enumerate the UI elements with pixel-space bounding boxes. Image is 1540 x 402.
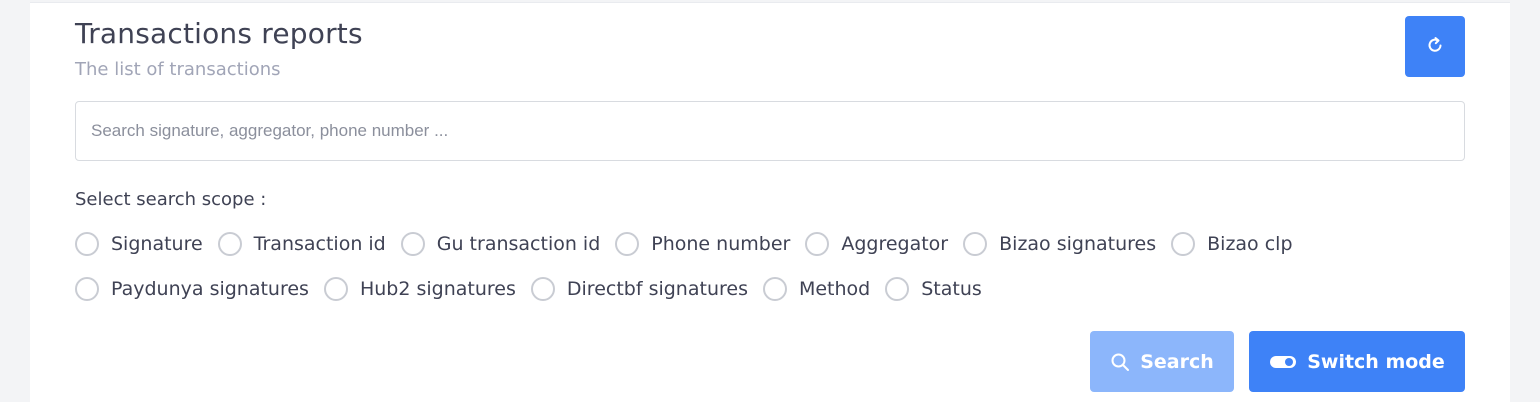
- scope-option-label: Transaction id: [253, 233, 386, 255]
- scope-option-transaction-id[interactable]: Transaction id: [217, 232, 386, 256]
- refresh-button[interactable]: [1405, 16, 1465, 77]
- scope-option-label: Paydunya signatures: [111, 278, 309, 300]
- page-title: Transactions reports: [75, 17, 363, 50]
- refresh-icon: [1425, 35, 1445, 59]
- scope-option-label: Signature: [111, 233, 203, 255]
- radio-button[interactable]: [805, 232, 830, 256]
- scope-option-label: Directbf signatures: [566, 278, 748, 300]
- switch-mode-button[interactable]: Switch mode: [1249, 331, 1465, 392]
- scope-option-aggregator[interactable]: Aggregator: [805, 232, 948, 256]
- radio-button[interactable]: [530, 277, 555, 301]
- page-subtitle: The list of transactions: [75, 59, 281, 80]
- radio-button[interactable]: [75, 277, 99, 301]
- scope-option-bizao-clp[interactable]: Bizao clp: [1171, 232, 1293, 256]
- scope-option-hub2-signatures[interactable]: Hub2 signatures: [323, 277, 516, 301]
- scope-option-bizao-signatures[interactable]: Bizao signatures: [963, 232, 1156, 256]
- scope-option-gu-transaction-id[interactable]: Gu transaction id: [400, 232, 601, 256]
- search-button[interactable]: Search: [1090, 331, 1234, 392]
- scope-option-directbf-signatures[interactable]: Directbf signatures: [530, 277, 748, 301]
- transactions-card: Transactions reports The list of transac…: [30, 2, 1510, 402]
- scope-option-label: Status: [921, 278, 982, 300]
- radio-button[interactable]: [323, 277, 348, 301]
- scope-option-label: Bizao signatures: [999, 233, 1157, 255]
- search-button-label: Search: [1140, 350, 1214, 373]
- scope-option-label: Hub2 signatures: [359, 278, 516, 300]
- radio-button[interactable]: [400, 232, 425, 256]
- scope-option-label: Aggregator: [841, 233, 949, 255]
- search-input[interactable]: [75, 101, 1465, 161]
- radio-button[interactable]: [75, 232, 99, 256]
- radio-button[interactable]: [762, 277, 787, 301]
- switch-mode-label: Switch mode: [1307, 350, 1445, 373]
- toggle-icon: [1269, 354, 1297, 370]
- magnifier-icon: [1110, 352, 1130, 372]
- scope-option-label: Method: [798, 278, 871, 300]
- radio-button[interactable]: [615, 232, 640, 256]
- scope-option-paydunya-signatures[interactable]: Paydunya signatures: [75, 277, 309, 301]
- radio-button[interactable]: [217, 232, 242, 256]
- radio-button[interactable]: [1171, 232, 1196, 256]
- scope-option-phone-number[interactable]: Phone number: [615, 232, 790, 256]
- scope-option-signature[interactable]: Signature: [75, 232, 203, 256]
- scope-option-label: Bizao clp: [1207, 233, 1293, 255]
- scope-option-label: Gu transaction id: [436, 233, 601, 255]
- radio-button[interactable]: [963, 232, 988, 256]
- scope-option-label: Phone number: [651, 233, 791, 255]
- scope-option-status[interactable]: Status: [885, 277, 982, 301]
- scope-label: Select search scope :: [75, 189, 267, 210]
- radio-button[interactable]: [885, 277, 910, 301]
- scope-option-method[interactable]: Method: [762, 277, 871, 301]
- scope-options-row-1: Signature Transaction id Gu transaction …: [75, 232, 1308, 256]
- scope-options-row-2: Paydunya signatures Hub2 signatures Dire…: [75, 277, 997, 301]
